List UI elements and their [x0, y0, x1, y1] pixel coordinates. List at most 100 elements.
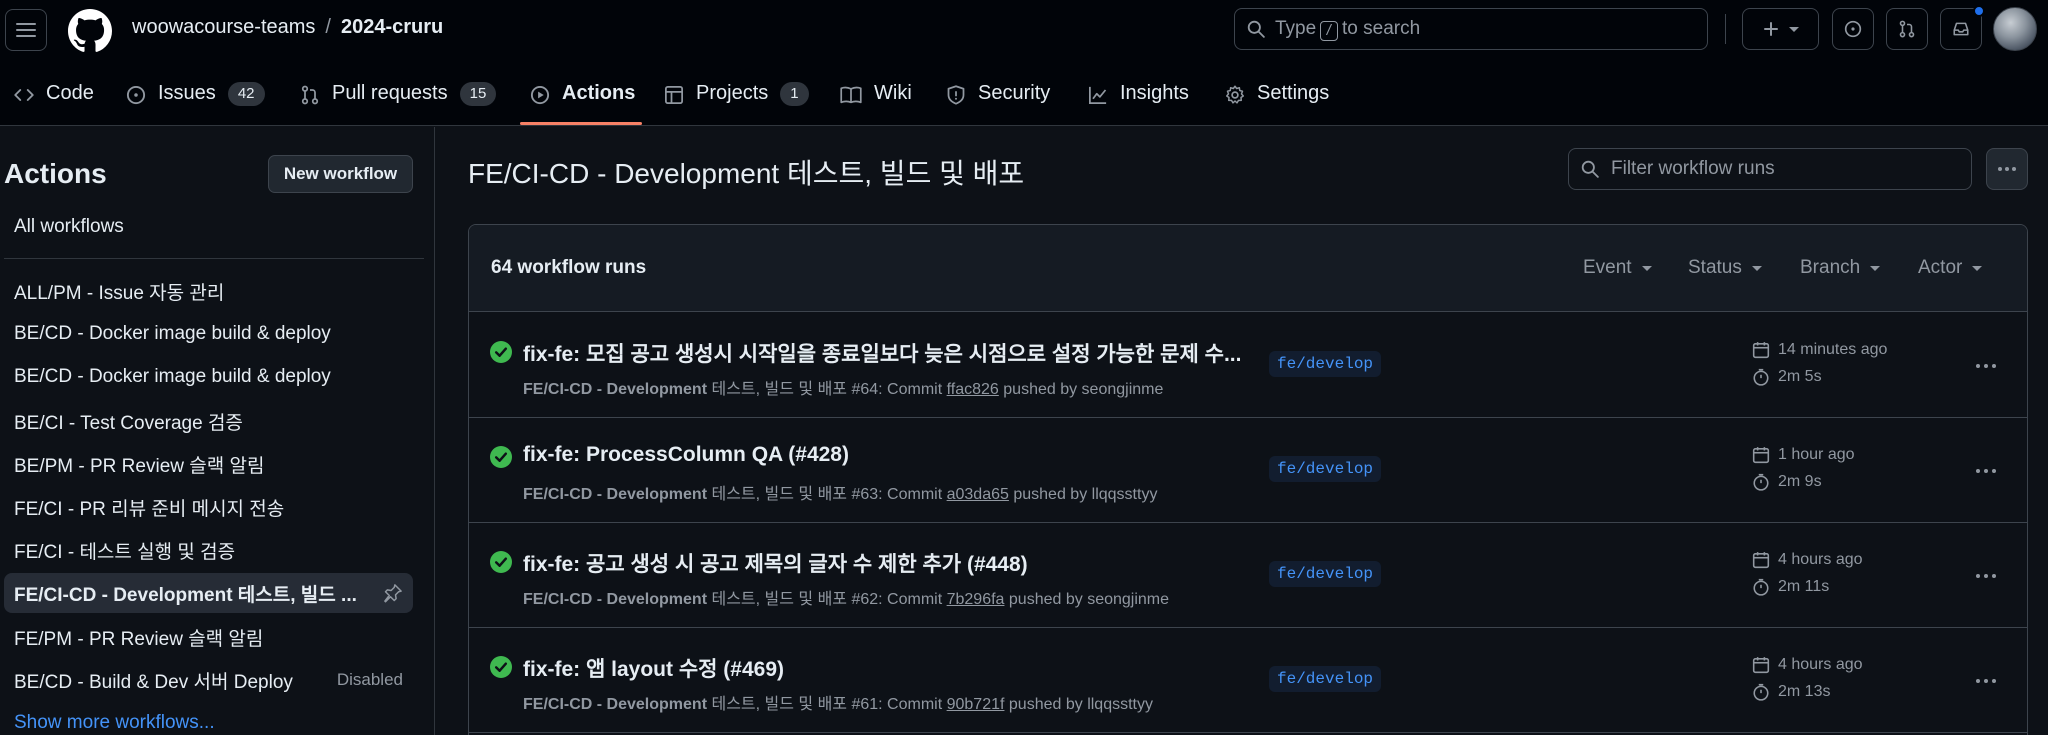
user-avatar[interactable] [1993, 7, 2037, 51]
branch-filter-dropdown[interactable]: Branch [1800, 257, 1881, 279]
run-title-link[interactable]: fix-fe: 모집 공고 생성시 시작일을 종료일보다 늦은 시점으로 설정 … [523, 338, 1243, 368]
workflow-runs-box: 64 workflow runs Event Status Branch Act… [468, 224, 2028, 735]
stopwatch-icon [1753, 578, 1769, 596]
workflow-run-row[interactable]: fix-fe: ProcessColumn QA (#428) FE/CI-CD… [469, 418, 2027, 523]
repo-name-link[interactable]: 2024-cruru [341, 16, 443, 39]
chevron-down-icon [1788, 26, 1799, 32]
filter-label: Status [1688, 257, 1742, 278]
run-time-text: 4 hours ago [1778, 551, 1863, 568]
sidebar-workflow-item[interactable]: BE/CD - Docker image build & deploy [4, 314, 413, 354]
run-menu-button[interactable] [1971, 666, 2001, 696]
sidebar-workflow-item[interactable]: ALL/PM - Issue 자동 관리 [4, 271, 413, 311]
sidebar-workflow-item[interactable]: BE/CD - Docker image build & deploy [4, 357, 413, 397]
tab-label: Actions [562, 82, 636, 104]
workflow-menu-button[interactable] [1986, 148, 2028, 190]
plus-icon [1763, 22, 1778, 36]
pin-icon [384, 584, 402, 603]
search-suffix: to search [1342, 17, 1421, 39]
commit-sha-link[interactable]: ffac826 [947, 381, 999, 398]
sidebar-item-label: BE/CD - Docker image build & deploy [14, 366, 331, 387]
run-number: 테스트, 빌드 및 배포 #61: Commit [711, 696, 943, 713]
shield-icon [947, 85, 965, 105]
run-timestamp: 1 hour ago [1752, 446, 1855, 464]
issue-icon [126, 85, 146, 105]
tab-code[interactable]: Code [14, 70, 94, 126]
sidebar-workflow-item[interactable]: FE/PM - PR Review 슬랙 알림 [4, 617, 413, 657]
workflow-run-row[interactable]: fix-fe: 모집 공고 생성시 시작일을 종료일보다 늦은 시점으로 설정 … [469, 313, 2027, 418]
workflow-run-row[interactable]: fix-fe: 공고 생성 시 공고 제목의 글자 수 제한 추가 (#448)… [469, 523, 2027, 628]
event-filter-dropdown[interactable]: Event [1583, 257, 1652, 279]
run-menu-button[interactable] [1971, 351, 2001, 381]
breadcrumb-separator: / [325, 16, 331, 38]
actor-filter-dropdown[interactable]: Actor [1918, 257, 1983, 279]
commit-sha-link[interactable]: a03da65 [947, 486, 1009, 503]
kebab-horizontal-icon [1976, 469, 1996, 473]
show-more-workflows-link[interactable]: Show more workflows... [14, 712, 215, 734]
commit-sha-link[interactable]: 7b296fa [947, 591, 1005, 608]
tab-projects[interactable]: Projects 1 [664, 70, 809, 126]
repo-owner-link[interactable]: woowacourse-teams [132, 16, 315, 39]
commit-sha-link[interactable]: 90b721f [947, 696, 1005, 713]
filter-workflow-runs-input[interactable]: Filter workflow runs [1568, 148, 1972, 190]
run-menu-button[interactable] [1971, 456, 2001, 486]
sidebar-workflow-item[interactable]: BE/CI - Test Coverage 검증 [4, 401, 413, 441]
tab-issues[interactable]: Issues 42 [126, 70, 265, 126]
run-duration-text: 2m 9s [1778, 473, 1822, 490]
run-duration-text: 2m 13s [1778, 683, 1831, 700]
table-icon [665, 86, 683, 104]
issue-icon [1844, 20, 1862, 38]
tab-wiki[interactable]: Wiki [840, 70, 912, 126]
sidebar-workflow-item[interactable]: FE/CI - PR 리뷰 준비 메시지 전송 [4, 487, 413, 527]
status-filter-dropdown[interactable]: Status [1688, 257, 1762, 279]
issues-button[interactable] [1832, 8, 1874, 50]
github-logo[interactable] [68, 9, 112, 53]
tab-security[interactable]: Security [946, 70, 1050, 126]
branch-label[interactable]: fe/develop [1269, 456, 1382, 482]
active-tab-indicator [520, 122, 642, 125]
run-menu-button[interactable] [1971, 561, 2001, 591]
run-title-link[interactable]: fix-fe: 앱 layout 수정 (#469) [523, 653, 1243, 683]
stopwatch-icon [1753, 683, 1769, 701]
sidebar-workflow-item-active[interactable]: FE/CI-CD - Development 테스트, 빌드 ... [4, 573, 413, 613]
search-shortcut-key: / [1320, 20, 1339, 41]
sidebar-item-label: FE/PM - PR Review 슬랙 알림 [14, 628, 264, 650]
workflow-run-row[interactable]: fix-fe: 앱 layout 수정 (#469) FE/CI-CD - De… [469, 628, 2027, 733]
pull-requests-button[interactable] [1886, 8, 1928, 50]
sidebar-workflow-item[interactable]: BE/CD - Build & Dev 서버 Deploy Disabled [4, 660, 413, 700]
run-number: 테스트, 빌드 및 배포 #62: Commit [711, 591, 943, 608]
create-new-button[interactable] [1742, 8, 1819, 50]
tab-actions[interactable]: Actions [530, 70, 635, 126]
run-title-link[interactable]: fix-fe: ProcessColumn QA (#428) [523, 443, 1243, 467]
tab-settings[interactable]: Settings [1225, 70, 1329, 126]
kebab-horizontal-icon [1976, 364, 1996, 368]
chevron-down-icon [1751, 265, 1762, 271]
run-title-link[interactable]: fix-fe: 공고 생성 시 공고 제목의 글자 수 제한 추가 (#448) [523, 548, 1243, 578]
runs-box-header: 64 workflow runs Event Status Branch Act… [469, 225, 2027, 312]
search-icon [1581, 160, 1599, 178]
inbox-button[interactable] [1940, 5, 1985, 50]
run-duration: 2m 11s [1752, 578, 1829, 596]
run-duration: 2m 13s [1752, 683, 1830, 701]
run-meta: FE/CI-CD - Development 테스트, 빌드 및 배포 #62:… [523, 585, 1169, 609]
branch-label[interactable]: fe/develop [1269, 351, 1382, 377]
calendar-icon [1752, 552, 1770, 569]
tab-insights[interactable]: Insights [1088, 70, 1189, 126]
sidebar-workflow-item[interactable]: FE/CI - 테스트 실행 및 검증 [4, 530, 413, 570]
branch-label[interactable]: fe/develop [1269, 666, 1382, 692]
global-search-input[interactable]: Type / to search [1234, 8, 1708, 50]
pin-button[interactable] [383, 583, 403, 603]
branch-label[interactable]: fe/develop [1269, 561, 1382, 587]
gear-icon [1226, 85, 1244, 104]
play-icon [530, 85, 550, 105]
projects-counter: 1 [780, 82, 809, 106]
sidebar-workflow-item[interactable]: BE/PM - PR Review 슬랙 알림 [4, 444, 413, 484]
run-meta: FE/CI-CD - Development 테스트, 빌드 및 배포 #61:… [523, 690, 1153, 714]
filter-label: Event [1583, 257, 1632, 278]
tab-label: Code [46, 82, 94, 104]
filter-label: Actor [1918, 257, 1963, 278]
tab-pull-requests[interactable]: Pull requests 15 [300, 70, 497, 126]
new-workflow-button[interactable]: New workflow [268, 155, 413, 193]
run-workflow-name: FE/CI-CD - Development [523, 591, 708, 608]
sidebar-item-all-workflows[interactable]: All workflows [4, 207, 413, 247]
hamburger-menu-button[interactable] [5, 9, 47, 51]
